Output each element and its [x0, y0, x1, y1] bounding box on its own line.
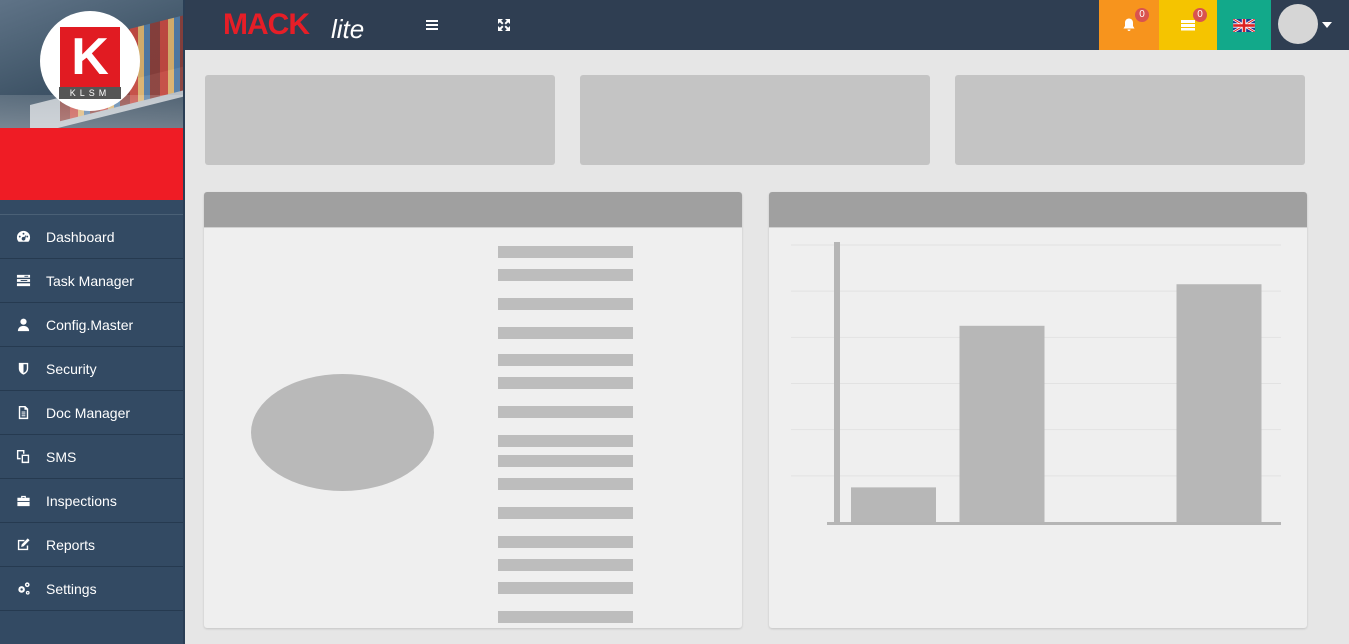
- sidebar-item-label: Config.Master: [46, 316, 134, 333]
- pie-chart-placeholder: [251, 374, 434, 491]
- stat-card-placeholder: [955, 75, 1305, 165]
- sidebar-item-dashboard[interactable]: Dashboard: [0, 215, 183, 259]
- language-selector[interactable]: [1217, 0, 1271, 50]
- menu-toggle-button[interactable]: [422, 15, 442, 35]
- notifications-count-badge: 0: [1135, 8, 1149, 22]
- fullscreen-button[interactable]: [494, 15, 514, 35]
- chevron-down-icon[interactable]: [1322, 22, 1332, 28]
- y-axis: [834, 242, 840, 525]
- bar-chart-panel: [769, 192, 1307, 628]
- sidebar-item-reports[interactable]: Reports: [0, 523, 183, 567]
- shield-icon: [0, 361, 46, 376]
- tasks-icon: [0, 273, 46, 288]
- legend-line-placeholder: [498, 298, 633, 310]
- legend-line-placeholder: [498, 559, 633, 571]
- legend-line-placeholder: [498, 611, 633, 623]
- sidebar-item-label: Task Manager: [46, 272, 134, 289]
- panel-header-placeholder: [204, 192, 742, 228]
- legend-line-placeholder: [498, 269, 633, 281]
- legend-line-placeholder: [498, 406, 633, 418]
- legend-line-placeholder: [498, 377, 633, 389]
- document-icon: [0, 405, 46, 420]
- stat-card-placeholder: [205, 75, 555, 165]
- sidebar-item-config-master[interactable]: Config.Master: [0, 303, 183, 347]
- top-navbar: MACK lite 0 0: [185, 0, 1349, 50]
- company-logo[interactable]: K KLSM: [40, 11, 140, 111]
- legend-line-placeholder: [498, 478, 633, 490]
- app-brand-main: MACK: [223, 8, 310, 41]
- legend-line-placeholder: [498, 507, 633, 519]
- chart-bar: [959, 325, 1045, 522]
- sidebar-item-sms[interactable]: SMS: [0, 435, 183, 479]
- sidebar-item-label: Settings: [46, 580, 97, 597]
- legend-line-placeholder: [498, 435, 633, 447]
- bar-chart: [791, 242, 1281, 525]
- dashboard-icon: [0, 229, 46, 244]
- sidebar-item-label: Reports: [46, 536, 96, 553]
- logo-letter: K: [60, 27, 120, 87]
- brand-header: K KLSM: [0, 0, 183, 128]
- legend-line-placeholder: [498, 246, 633, 258]
- user-icon: [0, 317, 46, 332]
- legend-line-placeholder: [498, 327, 633, 339]
- sidebar-menu: Dashboard Task Manager Config.Master Sec…: [0, 214, 183, 611]
- user-avatar[interactable]: [1278, 4, 1318, 44]
- pie-panel-placeholder: [204, 192, 742, 628]
- chart-bar: [851, 487, 936, 522]
- briefcase-icon: [0, 493, 46, 508]
- sidebar-item-label: Dashboard: [46, 228, 115, 245]
- hamburger-icon: [426, 20, 438, 30]
- sidebar-item-label: Inspections: [46, 492, 117, 509]
- notifications-button[interactable]: 0: [1099, 0, 1159, 50]
- sidebar-item-inspections[interactable]: Inspections: [0, 479, 183, 523]
- panel-header-placeholder: [769, 192, 1307, 228]
- uk-flag-icon: [1233, 18, 1255, 32]
- cogs-icon: [0, 581, 46, 596]
- sidebar: K KLSM Dashboard Task Manager Config.Mas…: [0, 0, 185, 644]
- sidebar-item-label: Doc Manager: [46, 404, 131, 421]
- bell-icon: [1123, 18, 1135, 31]
- sidebar-item-settings[interactable]: Settings: [0, 567, 183, 611]
- sidebar-item-security[interactable]: Security: [0, 347, 183, 391]
- stat-card-placeholder: [580, 75, 930, 165]
- copy-icon: [0, 449, 46, 464]
- sidebar-item-label: SMS: [46, 448, 77, 465]
- chart-bar: [1176, 284, 1262, 522]
- logo-text: KLSM: [59, 87, 121, 99]
- messages-button[interactable]: 0: [1159, 0, 1217, 50]
- edit-icon: [0, 537, 46, 552]
- sidebar-item-doc-manager[interactable]: Doc Manager: [0, 391, 183, 435]
- legend-line-placeholder: [498, 455, 633, 467]
- messages-count-badge: 0: [1193, 8, 1207, 22]
- expand-icon: [498, 19, 510, 31]
- app-brand-sub: lite: [331, 14, 365, 44]
- sidebar-item-label: Security: [46, 360, 97, 377]
- legend-line-placeholder: [498, 354, 633, 366]
- x-axis: [827, 522, 1281, 525]
- brand-red-bar: [0, 128, 183, 200]
- sidebar-item-task-manager[interactable]: Task Manager: [0, 259, 183, 303]
- legend-line-placeholder: [498, 582, 633, 594]
- legend-line-placeholder: [498, 536, 633, 548]
